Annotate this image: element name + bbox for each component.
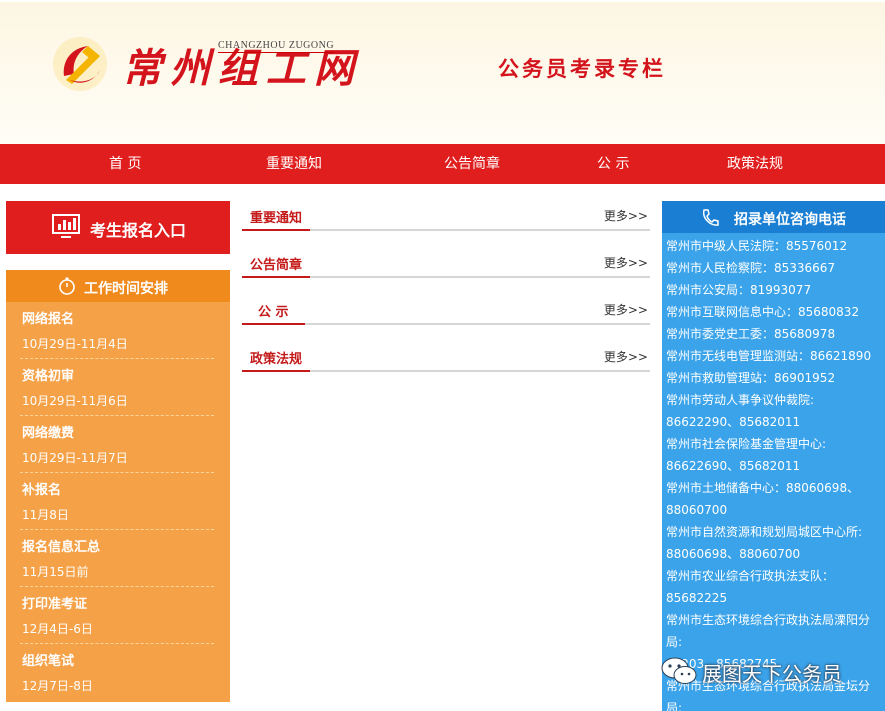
wechat-icon [661,657,697,684]
schedule-header: 工作时间安排 [6,270,230,302]
section-title[interactable]: 重要通知 [242,201,311,231]
chart-monitor-icon [52,214,80,238]
contact-line: 局: [666,701,683,711]
stopwatch-icon [59,277,75,295]
schedule-panel: 工作时间安排 网络报名 10月29日-11月4日 资格初审 10月29日-11月… [6,270,230,702]
contact-line: 88060698、88060700 [666,547,801,561]
schedule-item: 组织笔试 12月7日-8日 [20,644,214,701]
contact-header: 招录单位咨询电话 [662,201,885,233]
schedule-item-title: 网络报名 [22,312,75,327]
nav-announcements[interactable]: 公告简章 [444,144,500,184]
schedule-item: 网络缴费 10月29日-11月7日 [20,416,214,473]
contact-line: 常州市自然资源和规划局城区中心所: [666,525,863,539]
schedule-item-date: 12月7日-8日 [22,679,93,693]
watermark-text: 展图天下公务员 [702,662,842,686]
contact-line: 常州市公安局：81993077 [666,283,812,297]
site-logo-pinyin: CHANGZHOU ZUGONG [218,40,335,53]
contact-line: 常州市救助管理站：86901952 [666,371,836,385]
contact-panel: 招录单位咨询电话 常州市中级人民法院：85576012 常州市人民检察院：853… [662,201,885,711]
contact-line: 常州市中级人民法院：85576012 [666,239,848,253]
section-title[interactable]: 公 示 [242,295,305,325]
contact-line: 局: [666,635,683,649]
schedule-item: 网络报名 10月29日-11月4日 [20,302,214,359]
schedule-item-date: 10月29日-11月6日 [22,394,128,408]
nav-home[interactable]: 首 页 [109,144,141,184]
schedule-item-date: 12月4日-6日 [22,622,93,636]
main-nav: 首 页 重要通知 公告简章 公 示 政策法规 [0,144,885,184]
party-emblem-icon [53,37,107,91]
section-public-notice: 公 示 更多>> [242,295,650,325]
more-link[interactable]: 更多>> [604,348,648,365]
section-title[interactable]: 公告简章 [242,248,311,278]
schedule-item-date: 10月29日-11月7日 [22,451,128,465]
more-link[interactable]: 更多>> [604,254,648,271]
contact-line: 常州市社会保险基金管理中心: [666,437,827,451]
contact-title: 招录单位咨询电话 [734,212,846,228]
schedule-item-date: 11月8日 [22,508,69,522]
registration-entry-label: 考生报名入口 [90,221,187,240]
column-title: 公务员考录专栏 [498,57,666,81]
contact-line: 86622690、85682011 [666,459,801,473]
schedule-item: 资格初审 10月29日-11月6日 [20,359,214,416]
site-header: 常州组工网 CHANGZHOU ZUGONG 公务员考录专栏 [0,0,885,144]
section-important-notices: 重要通知 更多>> [242,201,650,231]
contact-line: 88060700 [666,503,728,517]
schedule-item-title: 资格初审 [22,369,75,384]
nav-important-notices[interactable]: 重要通知 [266,144,322,184]
schedule-item-date: 11月15日前 [22,565,89,579]
schedule-item-title: 报名信息汇总 [22,540,101,555]
contact-line: 常州市土地储备中心：88060698、 [666,481,860,495]
schedule-item-title: 组织笔试 [22,654,75,669]
more-link[interactable]: 更多>> [604,301,648,318]
contact-line: 常州市委党史工委：85680978 [666,327,836,341]
contact-line: 常州市农业综合行政执法支队： [666,569,835,583]
nav-public-notice[interactable]: 公 示 [597,144,629,184]
schedule-title: 工作时间安排 [84,281,168,297]
phone-icon [702,209,719,226]
contact-line: 常州市劳动人事争议仲裁院: [666,393,815,407]
contact-line: 常州市人民检察院：85336667 [666,261,836,275]
nav-policies[interactable]: 政策法规 [727,144,783,184]
contact-line: 常州市生态环境综合行政执法局溧阳分 [666,613,871,627]
registration-entry-button[interactable]: 考生报名入口 [6,201,230,254]
section-policies: 政策法规 更多>> [242,342,650,372]
contact-line: 常州市互联网信息中心：85680832 [666,305,860,319]
contact-line: 85682225 [666,591,728,605]
contact-line: 常州市无线电管理监测站：86621890 [666,349,872,363]
schedule-item-title: 打印准考证 [22,597,88,612]
contact-list: 常州市中级人民法院：85576012 常州市人民检察院：85336667 常州市… [666,235,881,711]
schedule-item: 报名信息汇总 11月15日前 [20,530,214,587]
schedule-item-date: 10月29日-11月4日 [22,337,128,351]
schedule-item-title: 补报名 [22,483,62,498]
more-link[interactable]: 更多>> [604,207,648,224]
section-announcements: 公告简章 更多>> [242,248,650,278]
schedule-item: 打印准考证 12月4日-6日 [20,587,214,644]
contact-line: 86622290、85682011 [666,415,801,429]
section-title[interactable]: 政策法规 [242,342,311,372]
schedule-item: 补报名 11月8日 [20,473,214,530]
schedule-item-title: 网络缴费 [22,426,75,441]
